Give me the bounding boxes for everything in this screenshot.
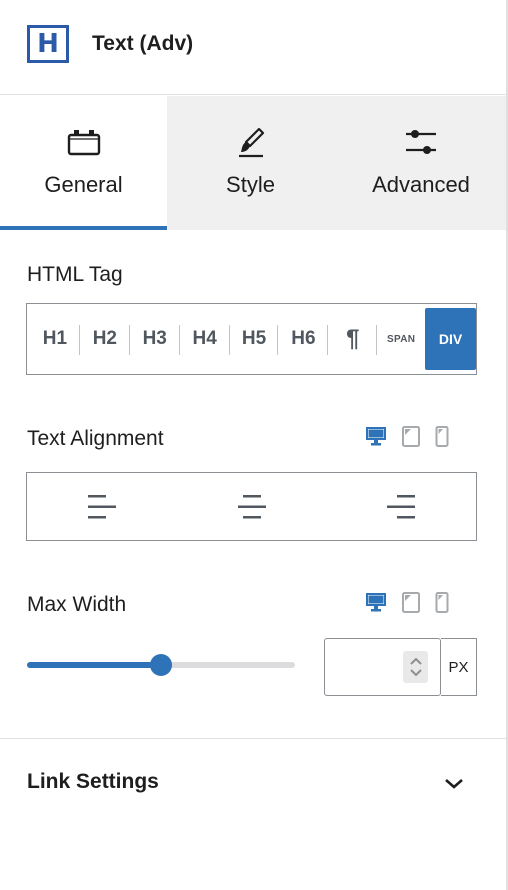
sliders-icon: [406, 130, 436, 154]
unit-selector[interactable]: PX: [441, 638, 477, 696]
max-width-slider[interactable]: [27, 654, 295, 676]
block-title: Text (Adv): [92, 32, 194, 55]
tab-advanced-label: Advanced: [372, 172, 470, 197]
tab-advanced[interactable]: Advanced: [334, 96, 508, 230]
tab-style-label: Style: [226, 172, 275, 197]
chevron-down-icon[interactable]: [409, 669, 422, 676]
number-spinner[interactable]: [403, 651, 428, 683]
slider-fill: [27, 662, 161, 668]
mobile-icon[interactable]: [435, 425, 449, 447]
slider-thumb[interactable]: [150, 654, 172, 676]
block-logo-icon: H: [27, 25, 69, 63]
chevron-up-icon[interactable]: [409, 658, 422, 665]
align-left-icon: [87, 494, 116, 518]
align-right-button[interactable]: [326, 473, 476, 540]
block-header: H Text (Adv): [0, 0, 508, 95]
html-tag-buttons: H1 H2 H3 H4 H5 H6 ¶ SPAN DIV: [26, 303, 477, 375]
inspector-tabs: General Style Advanced: [0, 96, 508, 230]
text-alignment-device-switcher: [365, 425, 449, 447]
chevron-down-icon: [445, 779, 463, 789]
tag-h1-button[interactable]: H1: [30, 308, 80, 370]
tablet-icon[interactable]: [401, 425, 421, 447]
link-settings-label: Link Settings: [27, 770, 159, 793]
max-width-input[interactable]: [324, 638, 441, 696]
tablet-icon[interactable]: [401, 591, 421, 613]
tag-h3-button[interactable]: H3: [130, 308, 180, 370]
tag-span-button[interactable]: SPAN: [377, 308, 425, 370]
toolbox-icon: [67, 130, 100, 156]
max-width-device-switcher: [365, 591, 449, 613]
tag-h5-button[interactable]: H5: [230, 308, 279, 370]
align-center-icon: [237, 494, 266, 518]
logo-letter: H: [37, 29, 59, 59]
tag-paragraph-button[interactable]: ¶: [328, 308, 378, 370]
mobile-icon[interactable]: [435, 591, 449, 613]
brush-icon: [238, 127, 264, 158]
tag-h4-button[interactable]: H4: [180, 308, 230, 370]
tag-div-button[interactable]: DIV: [425, 308, 477, 370]
desktop-icon[interactable]: [365, 591, 387, 613]
text-alignment-label: Text Alignment: [27, 427, 164, 450]
html-tag-label: HTML Tag: [27, 263, 123, 286]
tab-general[interactable]: General: [0, 96, 167, 230]
link-settings-panel-toggle[interactable]: Link Settings: [0, 739, 508, 827]
tag-h6-button[interactable]: H6: [278, 308, 329, 370]
tag-h2-button[interactable]: H2: [80, 308, 130, 370]
align-left-button[interactable]: [27, 473, 177, 540]
tab-general-label: General: [44, 172, 123, 197]
align-right-icon: [387, 494, 416, 518]
align-center-button[interactable]: [177, 473, 327, 540]
max-width-label: Max Width: [27, 593, 127, 616]
text-alignment-buttons: [26, 472, 477, 541]
tab-style[interactable]: Style: [167, 96, 334, 230]
desktop-icon[interactable]: [365, 425, 387, 447]
